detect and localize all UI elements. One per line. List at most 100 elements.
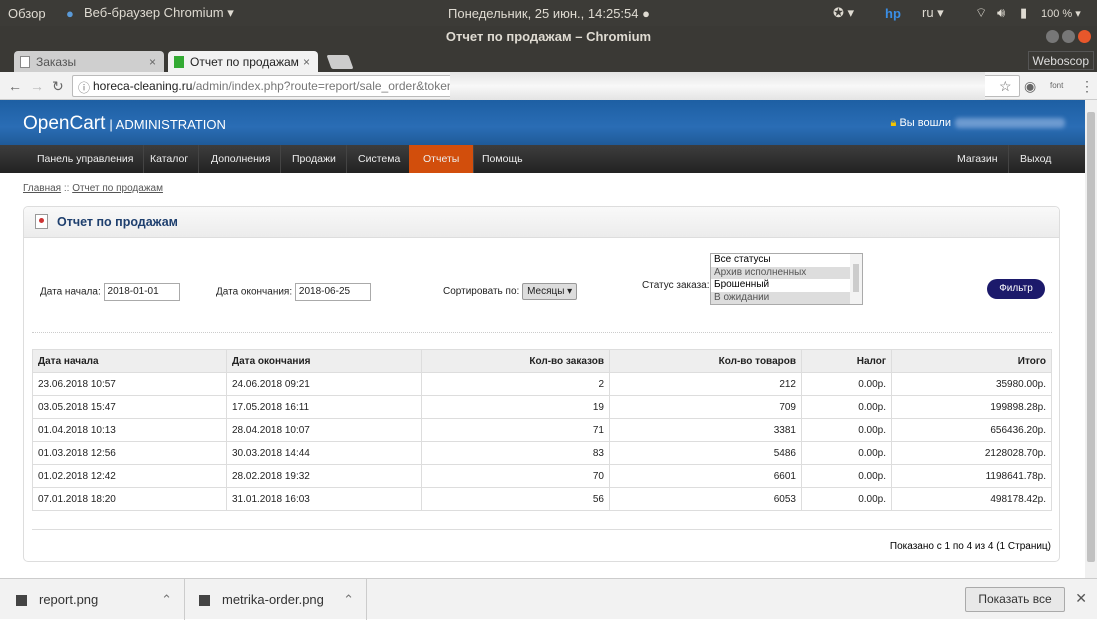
start-date-input[interactable]: 2018-01-01 bbox=[103, 283, 180, 301]
listbox-scrollbar[interactable] bbox=[850, 254, 862, 304]
menu-system[interactable]: Система bbox=[348, 145, 412, 173]
hp-icon[interactable]: hp bbox=[885, 6, 901, 21]
group-label: Сортировать по: bbox=[443, 286, 520, 298]
accessibility-icon[interactable]: ✪ ▾ bbox=[833, 5, 854, 21]
table-cell: 656436.20р. bbox=[891, 418, 1052, 442]
report-box: Отчет по продажам Дата начала: 2018-01-0… bbox=[23, 206, 1060, 562]
status-listbox[interactable]: Все статусы Архив исполненных Брошенный … bbox=[710, 253, 863, 305]
info-icon: ⓘ bbox=[78, 81, 91, 95]
battery-icon[interactable]: ▮ bbox=[1020, 5, 1027, 21]
menu-help[interactable]: Помощь bbox=[472, 145, 533, 173]
download-name: metrika-order.png bbox=[222, 592, 324, 607]
tab-strip: Заказы × Отчет по продажам × Weboscop bbox=[0, 48, 1097, 72]
table-cell: 2 bbox=[421, 372, 610, 396]
end-date-input[interactable]: 2018-06-25 bbox=[294, 283, 371, 301]
table-cell: 28.04.2018 10:07 bbox=[226, 418, 422, 442]
report-icon bbox=[35, 214, 48, 229]
menu-extensions[interactable]: Дополнения bbox=[201, 145, 282, 173]
file-icon bbox=[199, 595, 210, 607]
table-cell: 0.00р. bbox=[801, 464, 892, 488]
redacted-user bbox=[955, 118, 1065, 129]
language-menu[interactable]: ru ▾ bbox=[922, 5, 944, 21]
table-cell: 01.03.2018 12:56 bbox=[32, 441, 227, 465]
menu-icon[interactable]: ⋮ bbox=[1080, 78, 1094, 95]
chevron-up-icon[interactable]: ⌃ bbox=[343, 579, 354, 620]
table-row: 01.02.2018 12:42 28.02.2018 19:32 70 6601 0.… bbox=[32, 464, 1052, 488]
table-cell: 01.02.2018 12:42 bbox=[32, 464, 227, 488]
file-icon bbox=[16, 595, 27, 607]
main-menu: Панель управления Каталог Дополнения Про… bbox=[0, 145, 1085, 173]
close-icon[interactable]: ✕ bbox=[1075, 590, 1087, 607]
page-scrollbar[interactable] bbox=[1085, 100, 1097, 578]
menu-catalog[interactable]: Каталог bbox=[140, 145, 200, 173]
redacted-token bbox=[450, 72, 985, 100]
table-cell: 709 bbox=[609, 395, 802, 419]
tab-sales-report[interactable]: Отчет по продажам × bbox=[168, 51, 318, 72]
login-info: 🔒︎ Вы вошли bbox=[891, 117, 1065, 130]
table-cell: 5486 bbox=[609, 441, 802, 465]
breadcrumb-current[interactable]: Отчет по продажам bbox=[72, 183, 163, 194]
download-item[interactable]: report.png ⌃ bbox=[0, 579, 185, 620]
extension-icon[interactable]: ◉ bbox=[1024, 78, 1036, 95]
table-cell: 23.06.2018 10:57 bbox=[32, 372, 227, 396]
status-option[interactable]: Архив исполненных bbox=[711, 266, 850, 279]
web-page: OpenCart | ADMINISTRATION 🔒︎ Вы вошли Пан… bbox=[0, 100, 1085, 578]
table-cell: 6601 bbox=[609, 464, 802, 488]
table-cell: 24.06.2018 09:21 bbox=[226, 372, 422, 396]
wifi-icon[interactable]: ⌔ bbox=[975, 5, 987, 21]
forward-icon[interactable]: → bbox=[30, 78, 44, 94]
chromium-icon: ● bbox=[66, 5, 74, 21]
col-orders[interactable]: Кол-во заказов bbox=[421, 349, 610, 373]
maximize-button[interactable] bbox=[1062, 30, 1075, 43]
status-option[interactable]: В ожидании bbox=[711, 291, 850, 304]
new-tab-button[interactable] bbox=[326, 55, 354, 69]
menu-sales[interactable]: Продажи bbox=[282, 145, 347, 173]
volume-icon[interactable]: 🔊︎ bbox=[997, 5, 1005, 21]
overview-button[interactable]: Обзор bbox=[8, 6, 46, 21]
group-select[interactable]: Месяцы ▾ bbox=[522, 283, 578, 300]
breadcrumb-home[interactable]: Главная bbox=[23, 183, 61, 194]
table-cell: 56 bbox=[421, 487, 610, 511]
col-tax[interactable]: Налог bbox=[801, 349, 892, 373]
show-all-button[interactable]: Показать все bbox=[965, 587, 1065, 612]
table-cell: 19 bbox=[421, 395, 610, 419]
table-cell: 0.00р. bbox=[801, 441, 892, 465]
status-option[interactable]: Брошенный bbox=[711, 279, 850, 292]
minimize-button[interactable] bbox=[1046, 30, 1059, 43]
table-cell: 30.03.2018 14:44 bbox=[226, 441, 422, 465]
table-cell: 6053 bbox=[609, 487, 802, 511]
close-button[interactable] bbox=[1078, 30, 1091, 43]
table-cell: 83 bbox=[421, 441, 610, 465]
battery-level[interactable]: 100 % ▾ bbox=[1041, 7, 1081, 20]
table-cell: 1198641.78р. bbox=[891, 464, 1052, 488]
table-cell: 199898.28р. bbox=[891, 395, 1052, 419]
chevron-up-icon[interactable]: ⌃ bbox=[161, 579, 172, 620]
url-path: /admin/index.php?route=report/sale_order… bbox=[192, 79, 461, 93]
table-cell: 212 bbox=[609, 372, 802, 396]
col-total[interactable]: Итого bbox=[891, 349, 1052, 373]
font-extension-icon[interactable]: font bbox=[1050, 81, 1063, 90]
col-products[interactable]: Кол-во товаров bbox=[609, 349, 802, 373]
menu-store[interactable]: Магазин bbox=[947, 145, 1009, 173]
tab-orders[interactable]: Заказы × bbox=[14, 51, 164, 72]
weboscop-button[interactable]: Weboscop bbox=[1027, 51, 1094, 70]
download-item[interactable]: metrika-order.png ⌃ bbox=[185, 579, 367, 620]
table-cell: 17.05.2018 16:11 bbox=[226, 395, 422, 419]
menu-dashboard[interactable]: Панель управления bbox=[27, 145, 145, 173]
menu-logout[interactable]: Выход bbox=[1010, 145, 1061, 173]
status-option[interactable]: Все статусы bbox=[711, 254, 850, 267]
filter-button[interactable]: Фильтр bbox=[987, 279, 1045, 299]
close-tab-icon[interactable]: × bbox=[149, 55, 156, 69]
close-tab-icon[interactable]: × bbox=[303, 55, 310, 69]
address-bar: ← → ↻ ⓘ horeca-cleaning.ru/admin/index.ph… bbox=[0, 72, 1097, 100]
bookmark-star-icon[interactable]: ☆ bbox=[999, 78, 1012, 95]
reload-icon[interactable]: ↻ bbox=[52, 78, 64, 95]
app-menu[interactable]: Веб-браузер Chromium ▾ bbox=[84, 5, 234, 21]
col-end-date[interactable]: Дата окончания bbox=[226, 349, 422, 373]
table-row: 07.01.2018 18:20 31.01.2018 16:03 56 6053 0.… bbox=[32, 487, 1052, 511]
divider bbox=[32, 332, 1052, 333]
menu-reports[interactable]: Отчеты bbox=[409, 145, 475, 173]
back-icon[interactable]: ← bbox=[8, 78, 22, 94]
col-start-date[interactable]: Дата начала bbox=[32, 349, 227, 373]
clock[interactable]: Понедельник, 25 июн., 14:25:54 ● bbox=[448, 6, 650, 21]
